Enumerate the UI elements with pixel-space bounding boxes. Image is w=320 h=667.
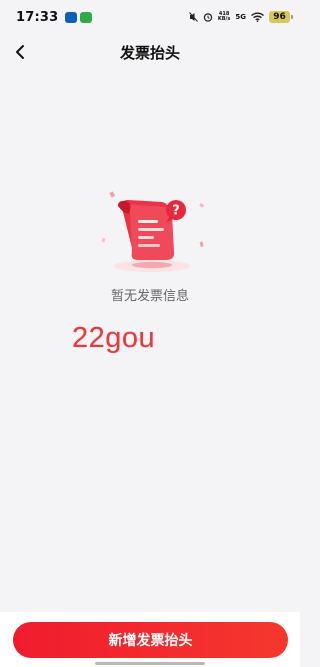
back-arrow-icon: [16, 45, 24, 59]
wechat-notification-icon: [80, 11, 93, 23]
network-type: 5G: [235, 13, 246, 21]
wifi-icon: [251, 12, 264, 22]
home-indicator[interactable]: [95, 662, 205, 665]
watermark-text: 22gou: [72, 322, 156, 354]
status-bar: 17:33 418 KB/s 5G 96: [0, 0, 300, 34]
invoice-header-screen: 17:33 418 KB/s 5G 96 发票抬头 ? 暂无发票信息 22gou…: [0, 0, 300, 667]
status-time: 17:33: [16, 9, 59, 25]
empty-state-message: 暂无发票信息: [110, 289, 189, 304]
page-title: 发票抬头: [119, 43, 180, 62]
net-speed: 418 KB/s: [217, 11, 231, 23]
svg-text:?: ?: [172, 204, 180, 219]
status-indicators: 418 KB/s 5G 96: [189, 11, 293, 23]
mute-icon: [189, 12, 198, 22]
add-invoice-header-button[interactable]: 新增发票抬头: [13, 622, 288, 658]
notification-icons: [65, 11, 93, 23]
alarm-icon: [203, 13, 213, 22]
invoice-empty-illustration: ?: [101, 191, 205, 272]
net-speed-unit: KB/s: [217, 16, 231, 22]
back-button[interactable]: [6, 38, 34, 66]
app-notification-icon: [65, 11, 78, 23]
nav-bar: 发票抬头: [0, 34, 300, 70]
battery-icon: 96: [269, 11, 293, 23]
question-bubble-icon: ?: [166, 200, 186, 223]
